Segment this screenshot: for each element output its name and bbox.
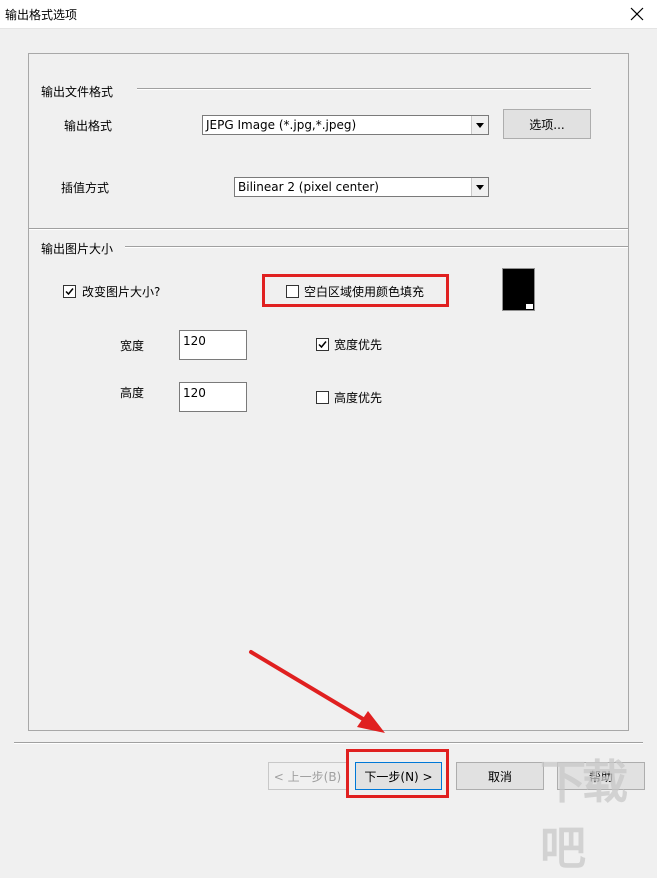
annotation-arrow-icon bbox=[249, 650, 385, 733]
watermark-logo: 下载吧 bbox=[540, 755, 628, 875]
